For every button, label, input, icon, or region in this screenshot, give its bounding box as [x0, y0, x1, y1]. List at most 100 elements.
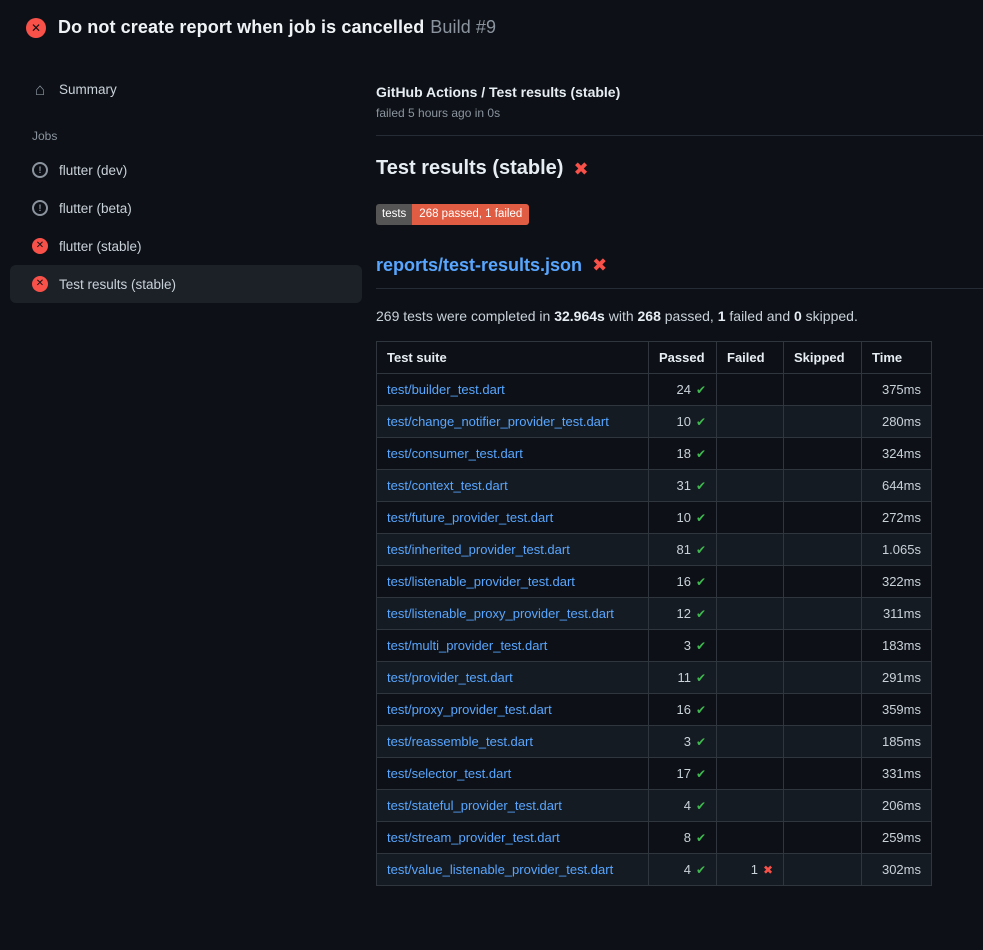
suite-link[interactable]: test/value_listenable_provider_test.dart	[387, 862, 613, 877]
sidebar-job-item[interactable]: ! flutter (beta)	[10, 189, 362, 227]
check-icon: ✔	[696, 863, 706, 877]
passed-cell: 3✔	[649, 725, 717, 757]
failed-cell	[717, 725, 784, 757]
main-content: GitHub Actions / Test results (stable) f…	[376, 52, 983, 886]
layout: ⌂ Summary Jobs ! flutter (dev) ! flutter…	[0, 52, 983, 886]
summary-text: failed and	[726, 308, 795, 324]
job-label: flutter (dev)	[59, 163, 127, 178]
passed-cell: 17✔	[649, 757, 717, 789]
failed-cell	[717, 757, 784, 789]
sidebar-job-item[interactable]: ✕ Test results (stable)	[10, 265, 362, 303]
suite-link[interactable]: test/proxy_provider_test.dart	[387, 702, 552, 717]
suite-cell: test/selector_test.dart	[377, 757, 649, 789]
job-label: Test results (stable)	[59, 277, 176, 292]
tests-badge: tests 268 passed, 1 failed	[376, 204, 529, 225]
check-icon: ✔	[696, 607, 706, 621]
check-icon: ✔	[696, 575, 706, 589]
failed-x-icon: ✖	[573, 160, 588, 178]
passed-cell: 10✔	[649, 501, 717, 533]
table-row: test/reassemble_test.dart 3✔ 185ms	[377, 725, 932, 757]
passed-cell: 12✔	[649, 597, 717, 629]
skipped-cell	[784, 629, 862, 661]
jobs-list: ! flutter (dev) ! flutter (beta) ✕ flutt…	[10, 151, 362, 303]
table-row: test/stateful_provider_test.dart 4✔ 206m…	[377, 789, 932, 821]
check-icon: ✔	[696, 447, 706, 461]
passed-cell: 11✔	[649, 661, 717, 693]
summary-failed-count: 1	[718, 308, 726, 324]
time-cell: 302ms	[862, 853, 932, 885]
failed-cell	[717, 405, 784, 437]
time-cell: 359ms	[862, 693, 932, 725]
skipped-cell	[784, 373, 862, 405]
passed-cell: 16✔	[649, 565, 717, 597]
time-cell: 644ms	[862, 469, 932, 501]
failed-cell	[717, 789, 784, 821]
skipped-cell	[784, 501, 862, 533]
page-header: ✕ Do not create report when job is cance…	[0, 0, 983, 52]
suite-link[interactable]: test/provider_test.dart	[387, 670, 513, 685]
skipped-cell	[784, 533, 862, 565]
time-cell: 206ms	[862, 789, 932, 821]
suite-cell: test/reassemble_test.dart	[377, 725, 649, 757]
suite-cell: test/context_test.dart	[377, 469, 649, 501]
table-row: test/provider_test.dart 11✔ 291ms	[377, 661, 932, 693]
failed-cell	[717, 533, 784, 565]
summary-text: skipped.	[802, 308, 858, 324]
failed-cell	[717, 821, 784, 853]
report-link[interactable]: reports/test-results.json	[376, 255, 582, 276]
suite-cell: test/provider_test.dart	[377, 661, 649, 693]
skipped-cell	[784, 597, 862, 629]
skipped-cell	[784, 853, 862, 885]
sidebar-job-item[interactable]: ! flutter (dev)	[10, 151, 362, 189]
check-icon: ✔	[696, 479, 706, 493]
suite-link[interactable]: test/future_provider_test.dart	[387, 510, 553, 525]
failed-cell	[717, 565, 784, 597]
suite-link[interactable]: test/builder_test.dart	[387, 382, 505, 397]
time-cell: 322ms	[862, 565, 932, 597]
passed-cell: 18✔	[649, 437, 717, 469]
suite-link[interactable]: test/listenable_provider_test.dart	[387, 574, 575, 589]
suite-cell: test/future_provider_test.dart	[377, 501, 649, 533]
column-header-failed: Failed	[717, 341, 784, 373]
passed-cell: 81✔	[649, 533, 717, 565]
suite-cell: test/stream_provider_test.dart	[377, 821, 649, 853]
time-cell: 183ms	[862, 629, 932, 661]
sidebar-item-summary[interactable]: ⌂ Summary	[10, 70, 362, 109]
results-table: Test suite Passed Failed Skipped Time te…	[376, 341, 932, 886]
suite-cell: test/builder_test.dart	[377, 373, 649, 405]
failed-cell	[717, 437, 784, 469]
passed-cell: 4✔	[649, 853, 717, 885]
suite-link[interactable]: test/context_test.dart	[387, 478, 508, 493]
job-label: flutter (stable)	[59, 239, 142, 254]
table-row: test/change_notifier_provider_test.dart …	[377, 405, 932, 437]
table-header-row: Test suite Passed Failed Skipped Time	[377, 341, 932, 373]
suite-link[interactable]: test/inherited_provider_test.dart	[387, 542, 570, 557]
check-icon: ✔	[696, 671, 706, 685]
failed-cell	[717, 629, 784, 661]
suite-link[interactable]: test/multi_provider_test.dart	[387, 638, 547, 653]
suite-link[interactable]: test/stream_provider_test.dart	[387, 830, 560, 845]
skipped-cell	[784, 693, 862, 725]
time-cell: 291ms	[862, 661, 932, 693]
passed-cell: 24✔	[649, 373, 717, 405]
skipped-cell	[784, 661, 862, 693]
suite-cell: test/value_listenable_provider_test.dart	[377, 853, 649, 885]
skipped-cell	[784, 821, 862, 853]
suite-link[interactable]: test/stateful_provider_test.dart	[387, 798, 562, 813]
time-cell: 331ms	[862, 757, 932, 789]
suite-link[interactable]: test/change_notifier_provider_test.dart	[387, 414, 609, 429]
suite-link[interactable]: test/reassemble_test.dart	[387, 734, 533, 749]
passed-cell: 3✔	[649, 629, 717, 661]
page-title: Do not create report when job is cancell…	[58, 17, 496, 38]
time-cell: 272ms	[862, 501, 932, 533]
table-row: test/listenable_provider_test.dart 16✔ 3…	[377, 565, 932, 597]
failed-status-icon: ✕	[26, 18, 46, 38]
time-cell: 1.065s	[862, 533, 932, 565]
sidebar-job-item[interactable]: ✕ flutter (stable)	[10, 227, 362, 265]
suite-link[interactable]: test/selector_test.dart	[387, 766, 511, 781]
suite-cell: test/change_notifier_provider_test.dart	[377, 405, 649, 437]
suite-cell: test/consumer_test.dart	[377, 437, 649, 469]
suite-link[interactable]: test/listenable_proxy_provider_test.dart	[387, 606, 614, 621]
check-icon: ✔	[696, 831, 706, 845]
suite-link[interactable]: test/consumer_test.dart	[387, 446, 523, 461]
